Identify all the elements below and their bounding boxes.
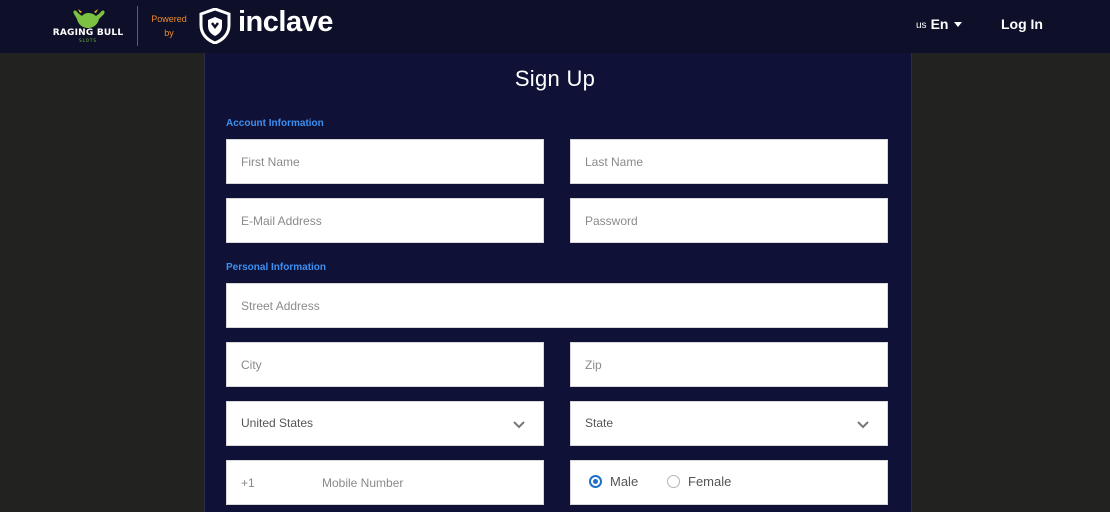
password-field: [570, 198, 888, 243]
login-link[interactable]: Log In: [1001, 16, 1043, 32]
gender-field: Male Female: [570, 460, 888, 505]
zip-input[interactable]: [571, 343, 887, 386]
inclave-wordmark: inclave: [238, 6, 333, 38]
header-divider: [137, 6, 138, 46]
powered-by-label: Powered by: [151, 14, 187, 38]
flag-icon: us: [916, 19, 927, 31]
last-name-input[interactable]: [571, 140, 887, 183]
state-select[interactable]: State: [570, 401, 888, 446]
password-input[interactable]: [571, 199, 887, 242]
language-selector[interactable]: us En: [916, 16, 963, 32]
female-label: Female: [688, 474, 732, 489]
zip-field: [570, 342, 888, 387]
email-input[interactable]: [227, 199, 543, 242]
female-radio[interactable]: [667, 475, 680, 488]
first-name-field: [226, 139, 544, 184]
street-address-input[interactable]: [227, 284, 887, 327]
caret-down-icon: [954, 21, 963, 27]
country-select[interactable]: United States: [226, 401, 544, 446]
mobile-number-input[interactable]: [227, 461, 543, 504]
language-code: En: [930, 16, 949, 32]
city-field: [226, 342, 544, 387]
city-input[interactable]: [227, 343, 543, 386]
country-select-value: United States: [241, 416, 314, 430]
inclave-shield-icon: [199, 8, 231, 44]
gender-option-female[interactable]: Female: [667, 474, 731, 489]
last-name-field: [570, 139, 888, 184]
male-label: Male: [610, 474, 639, 489]
section-label-account: Account Information: [226, 118, 324, 129]
raging-bull-logo[interactable]: RAGING BULL SLOTS: [48, 8, 128, 44]
street-address-field: [226, 283, 888, 328]
first-name-input[interactable]: [227, 140, 543, 183]
page-title: Sign Up: [514, 66, 596, 91]
brand-name: RAGING BULL: [52, 28, 124, 38]
male-radio[interactable]: [589, 475, 602, 488]
section-label-personal: Personal Information: [226, 262, 327, 273]
chevron-down-icon: [513, 421, 525, 429]
email-field: [226, 198, 544, 243]
bull-logo-icon: [73, 9, 105, 28]
chevron-down-icon: [857, 421, 869, 429]
gender-option-male[interactable]: Male: [589, 474, 638, 489]
state-select-value: State: [585, 416, 614, 430]
mobile-number-field: +1: [226, 460, 544, 505]
brand-subtitle: SLOTS: [79, 38, 97, 43]
top-navigation-bar: RAGING BULL SLOTS Powered by inclave us …: [0, 0, 1110, 53]
